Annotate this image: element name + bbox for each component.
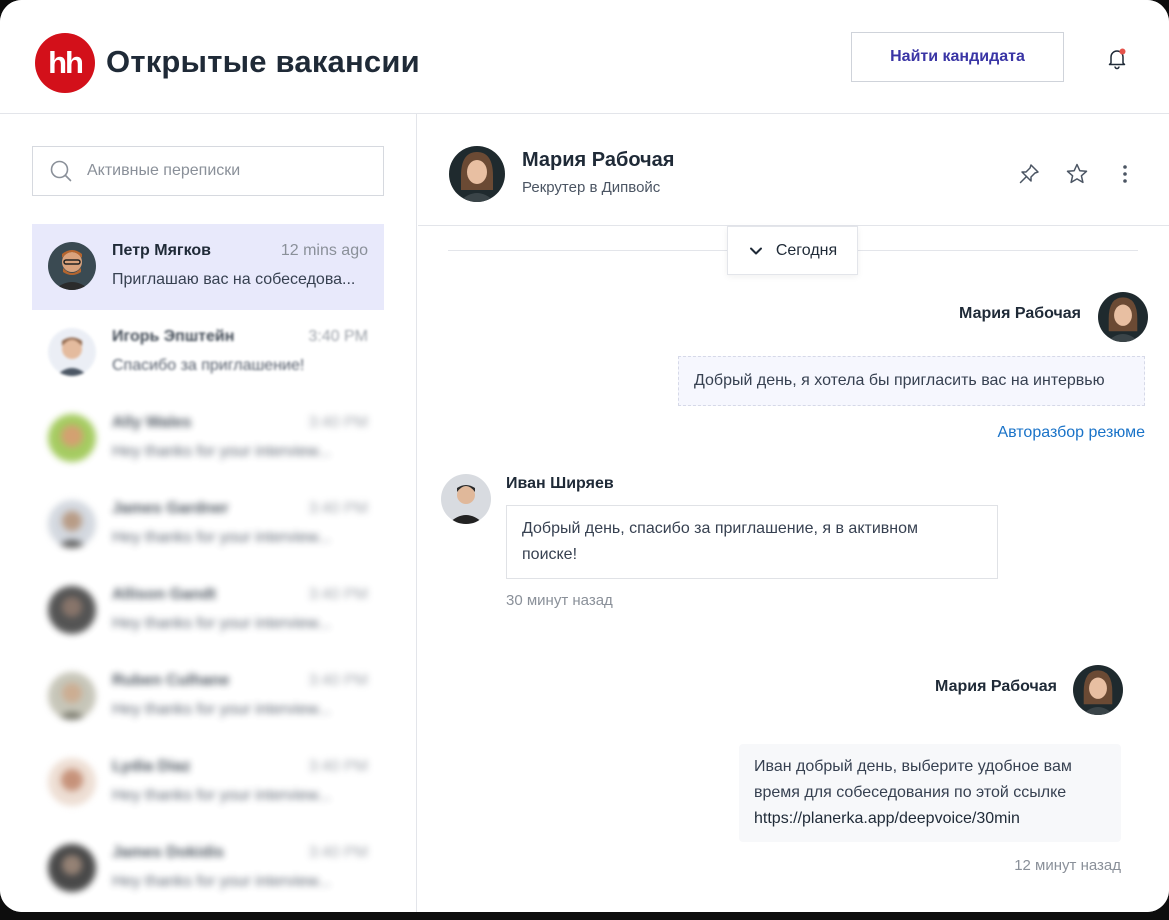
message-author: Мария Рабочая [935, 678, 1057, 695]
chevron-down-icon [749, 247, 762, 254]
conversation-time: 3:40 PM [308, 672, 368, 689]
conversation-name: Петр Мягков [112, 242, 211, 259]
avatar [48, 758, 96, 806]
conversation-name: Ally Wales [112, 414, 192, 431]
conversation-item[interactable]: Ruben Culhane 3:40 PM Hey thanks for you… [32, 654, 384, 740]
conversation-preview: Hey thanks for your interview... [112, 529, 331, 546]
conversation-item[interactable]: Игорь Эпштейн 3:40 PM Спасибо за приглаш… [32, 310, 384, 396]
message-line: время для собеседования по этой ссылке [754, 784, 1067, 801]
find-candidate-button[interactable]: Найти кандидата [851, 32, 1064, 82]
avatar [48, 586, 96, 634]
message-bubble: Иван добрый день, выберите удобное вам в… [739, 744, 1121, 842]
conversation-item[interactable]: Петр Мягков 12 mins ago Приглашаю вас на… [32, 224, 384, 310]
conversation-name: Игорь Эпштейн [112, 328, 235, 345]
conversation-preview: Hey thanks for your interview... [112, 787, 331, 804]
contact-name: Мария Рабочая [522, 149, 675, 171]
conversation-time: 3:40 PM [308, 414, 368, 431]
conversation-name: James Gardner [112, 500, 229, 517]
conversation-name: James Dokidis [112, 844, 225, 861]
avatar [48, 500, 96, 548]
conversation-item[interactable]: James Dokidis 3:40 PM Hey thanks for you… [32, 826, 384, 912]
conversation-item[interactable]: Allison Gandt 3:40 PM Hey thanks for you… [32, 568, 384, 654]
author-avatar [1073, 665, 1123, 715]
star-icon[interactable] [1065, 162, 1089, 186]
conversation-item[interactable]: Ally Wales 3:40 PM Hey thanks for your i… [32, 396, 384, 482]
contact-role: Рекрутер в Дипвойс [522, 179, 661, 196]
search-placeholder: Активные переписки [87, 162, 241, 179]
conversation-time: 3:40 PM [308, 586, 368, 603]
message-time: 30 минут назад [506, 592, 613, 609]
message-bubble: Добрый день, я хотела бы пригласить вас … [678, 356, 1145, 406]
avatar [48, 328, 96, 376]
author-avatar [1098, 292, 1148, 342]
conversation-name: Allison Gandt [112, 586, 216, 603]
bell-icon[interactable] [1104, 45, 1130, 71]
avatar [48, 844, 96, 892]
conversation-preview: Приглашаю вас на собеседова... [112, 271, 356, 288]
message-line: поиске! [522, 546, 578, 563]
conversation-preview: Hey thanks for your interview... [112, 701, 331, 718]
chat-panel: Мария Рабочая Рекрутер в Дипвойс Сегодня… [418, 114, 1169, 912]
page-title: Открытые вакансии [106, 44, 420, 79]
pin-icon[interactable] [1017, 162, 1041, 186]
conversation-preview: Спасибо за приглашение! [112, 357, 305, 374]
avatar [48, 672, 96, 720]
resume-analysis-link[interactable]: Авторазбор резюме [997, 424, 1145, 442]
chat-header: Мария Рабочая Рекрутер в Дипвойс [418, 114, 1169, 226]
app-window: hh Открытые вакансии Найти кандидата Акт… [0, 0, 1169, 912]
conversation-time: 3:40 PM [308, 328, 368, 345]
message-time: 12 минут назад [1014, 857, 1121, 874]
search-input[interactable]: Активные переписки [32, 146, 384, 196]
conversation-preview: Hey thanks for your interview... [112, 443, 331, 460]
message-line: Добрый день, спасибо за приглашение, я в… [522, 520, 918, 537]
more-options-icon[interactable] [1113, 162, 1137, 186]
conversation-name: Lydia Diaz [112, 758, 191, 775]
hh-logo[interactable]: hh [35, 33, 95, 93]
message-author: Мария Рабочая [959, 305, 1081, 322]
conversation-name: Ruben Culhane [112, 672, 230, 689]
app-header: hh Открытые вакансии Найти кандидата [0, 0, 1169, 114]
message-bubble: Добрый день, спасибо за приглашение, я в… [506, 505, 998, 579]
conversation-item[interactable]: Lydia Diaz 3:40 PM Hey thanks for your i… [32, 740, 384, 826]
conversations-sidebar: Активные переписки Петр Мягков 12 mins a… [0, 114, 417, 912]
date-label: Сегодня [775, 241, 838, 259]
message-link[interactable]: https://planerka.app/deepvoice/30min [754, 806, 1106, 832]
date-selector[interactable]: Сегодня [727, 226, 858, 275]
conversation-time: 3:40 PM [308, 500, 368, 517]
conversation-item[interactable]: James Gardner 3:40 PM Hey thanks for you… [32, 482, 384, 568]
search-icon [50, 160, 72, 182]
contact-avatar [449, 146, 505, 202]
conversation-time: 12 mins ago [280, 242, 368, 259]
conversation-preview: Hey thanks for your interview... [112, 615, 331, 632]
conversation-time: 3:40 PM [308, 758, 368, 775]
avatar [48, 242, 96, 290]
message-author: Иван Ширяев [506, 475, 614, 492]
avatar [48, 414, 96, 462]
conversation-time: 3:40 PM [308, 844, 368, 861]
message-line: Иван добрый день, выберите удобное вам [754, 758, 1072, 775]
conversation-preview: Hey thanks for your interview... [112, 873, 331, 890]
author-avatar [441, 474, 491, 524]
